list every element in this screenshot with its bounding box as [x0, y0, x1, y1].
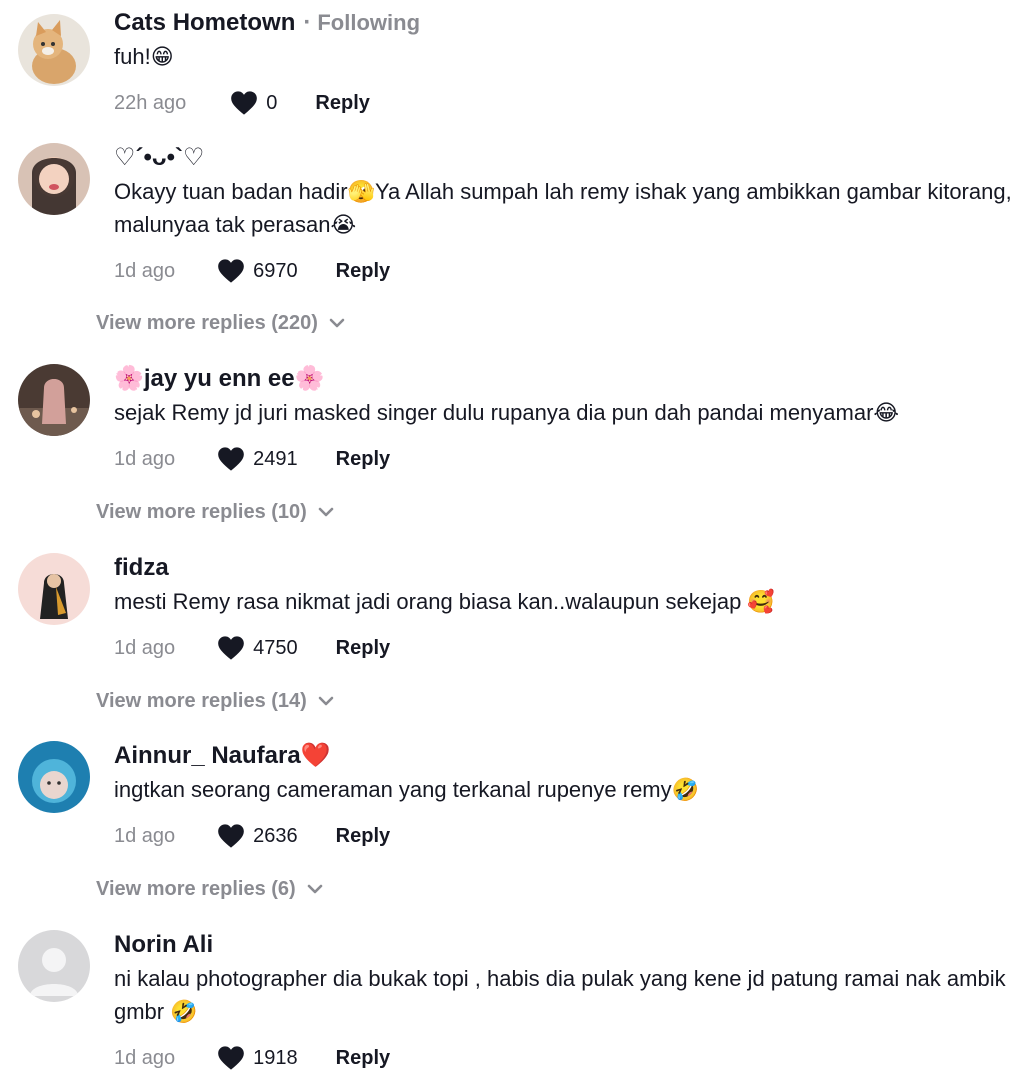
following-label[interactable]: Following	[317, 10, 420, 35]
user-avatar-icon	[18, 143, 90, 215]
comment-time: 1d ago	[114, 259, 176, 282]
comment-time: 1d ago	[114, 447, 176, 470]
user-avatar-icon	[18, 741, 90, 813]
comment-text: ni kalau photographer dia bukak topi , h…	[114, 966, 1006, 1024]
comment-text: ingtkan seorang cameraman yang terkanal …	[114, 777, 700, 802]
reply-button[interactable]: Reply	[336, 825, 390, 848]
comment-text: Okayy tuan badan hadir🫣Ya Allah sumpah l…	[114, 179, 1012, 237]
comment-time: 1d ago	[114, 824, 176, 847]
like-button[interactable]: 4750	[217, 635, 298, 661]
view-more-replies[interactable]: View more replies (14)	[96, 686, 335, 716]
chevron-down-icon	[307, 884, 323, 894]
avatar[interactable]	[18, 143, 90, 215]
view-more-replies[interactable]: View more replies (6)	[96, 874, 324, 904]
comment-text: sejak Remy jd juri masked singer dulu ru…	[114, 400, 900, 425]
separator-dot: ·	[303, 9, 312, 36]
username[interactable]: Cats Hometown	[114, 9, 295, 36]
user-avatar-icon	[18, 364, 90, 436]
username[interactable]: Ainnur_ Naufara❤️	[114, 741, 1014, 771]
comment-feed: Cats Hometown · Following fuh!😁 22h ago 0 …	[0, 0, 1024, 1090]
heart-icon	[218, 447, 245, 471]
like-count: 2491	[253, 447, 298, 470]
like-button[interactable]: 2636	[217, 823, 298, 849]
comment-time: 22h ago	[114, 91, 187, 114]
heart-icon	[218, 636, 245, 660]
comment-text: fuh!😁	[114, 44, 174, 69]
reply-button[interactable]: Reply	[336, 448, 390, 471]
avatar[interactable]	[18, 741, 90, 813]
view-more-replies[interactable]: View more replies (10)	[96, 497, 335, 527]
like-count: 0	[266, 91, 278, 114]
like-count: 2636	[253, 824, 298, 847]
like-button[interactable]: 2491	[217, 446, 298, 472]
chevron-down-icon	[318, 507, 334, 517]
avatar[interactable]	[18, 553, 90, 625]
default-avatar-icon	[18, 930, 90, 1002]
comment-text: mesti Remy rasa nikmat jadi orang biasa …	[114, 589, 775, 614]
heart-icon	[218, 259, 245, 283]
chevron-down-icon	[318, 696, 334, 706]
avatar[interactable]	[18, 930, 90, 1002]
avatar[interactable]	[18, 14, 90, 86]
view-more-replies-label: View more replies (6)	[96, 877, 296, 900]
heart-icon	[231, 91, 258, 115]
view-more-replies-label: View more replies (10)	[96, 500, 307, 523]
avatar[interactable]	[18, 364, 90, 436]
reply-button[interactable]: Reply	[336, 637, 390, 660]
view-more-replies-label: View more replies (14)	[96, 689, 307, 712]
user-avatar-icon	[18, 553, 90, 625]
like-button[interactable]: 6970	[217, 258, 298, 284]
like-count: 1918	[253, 1046, 298, 1069]
like-count: 4750	[253, 636, 298, 659]
cat-avatar-icon	[18, 14, 90, 86]
like-button[interactable]: 0	[230, 90, 277, 116]
heart-icon	[218, 1046, 245, 1070]
reply-button[interactable]: Reply	[336, 1047, 390, 1070]
heart-icon	[218, 824, 245, 848]
chevron-down-icon	[329, 318, 345, 328]
username[interactable]: 🌸jay yu enn ee🌸	[114, 364, 1014, 394]
username[interactable]: ♡´•ᴗ•`♡	[114, 143, 1014, 173]
like-count: 6970	[253, 259, 298, 282]
username[interactable]: fidza	[114, 553, 1014, 583]
view-more-replies[interactable]: View more replies (220)	[96, 308, 346, 338]
comment-time: 1d ago	[114, 636, 176, 659]
like-button[interactable]: 1918	[217, 1045, 298, 1071]
comment-time: 1d ago	[114, 1046, 176, 1069]
reply-button[interactable]: Reply	[315, 92, 369, 115]
view-more-replies-label: View more replies (220)	[96, 311, 318, 334]
username[interactable]: Norin Ali	[114, 930, 1014, 960]
reply-button[interactable]: Reply	[336, 260, 390, 283]
